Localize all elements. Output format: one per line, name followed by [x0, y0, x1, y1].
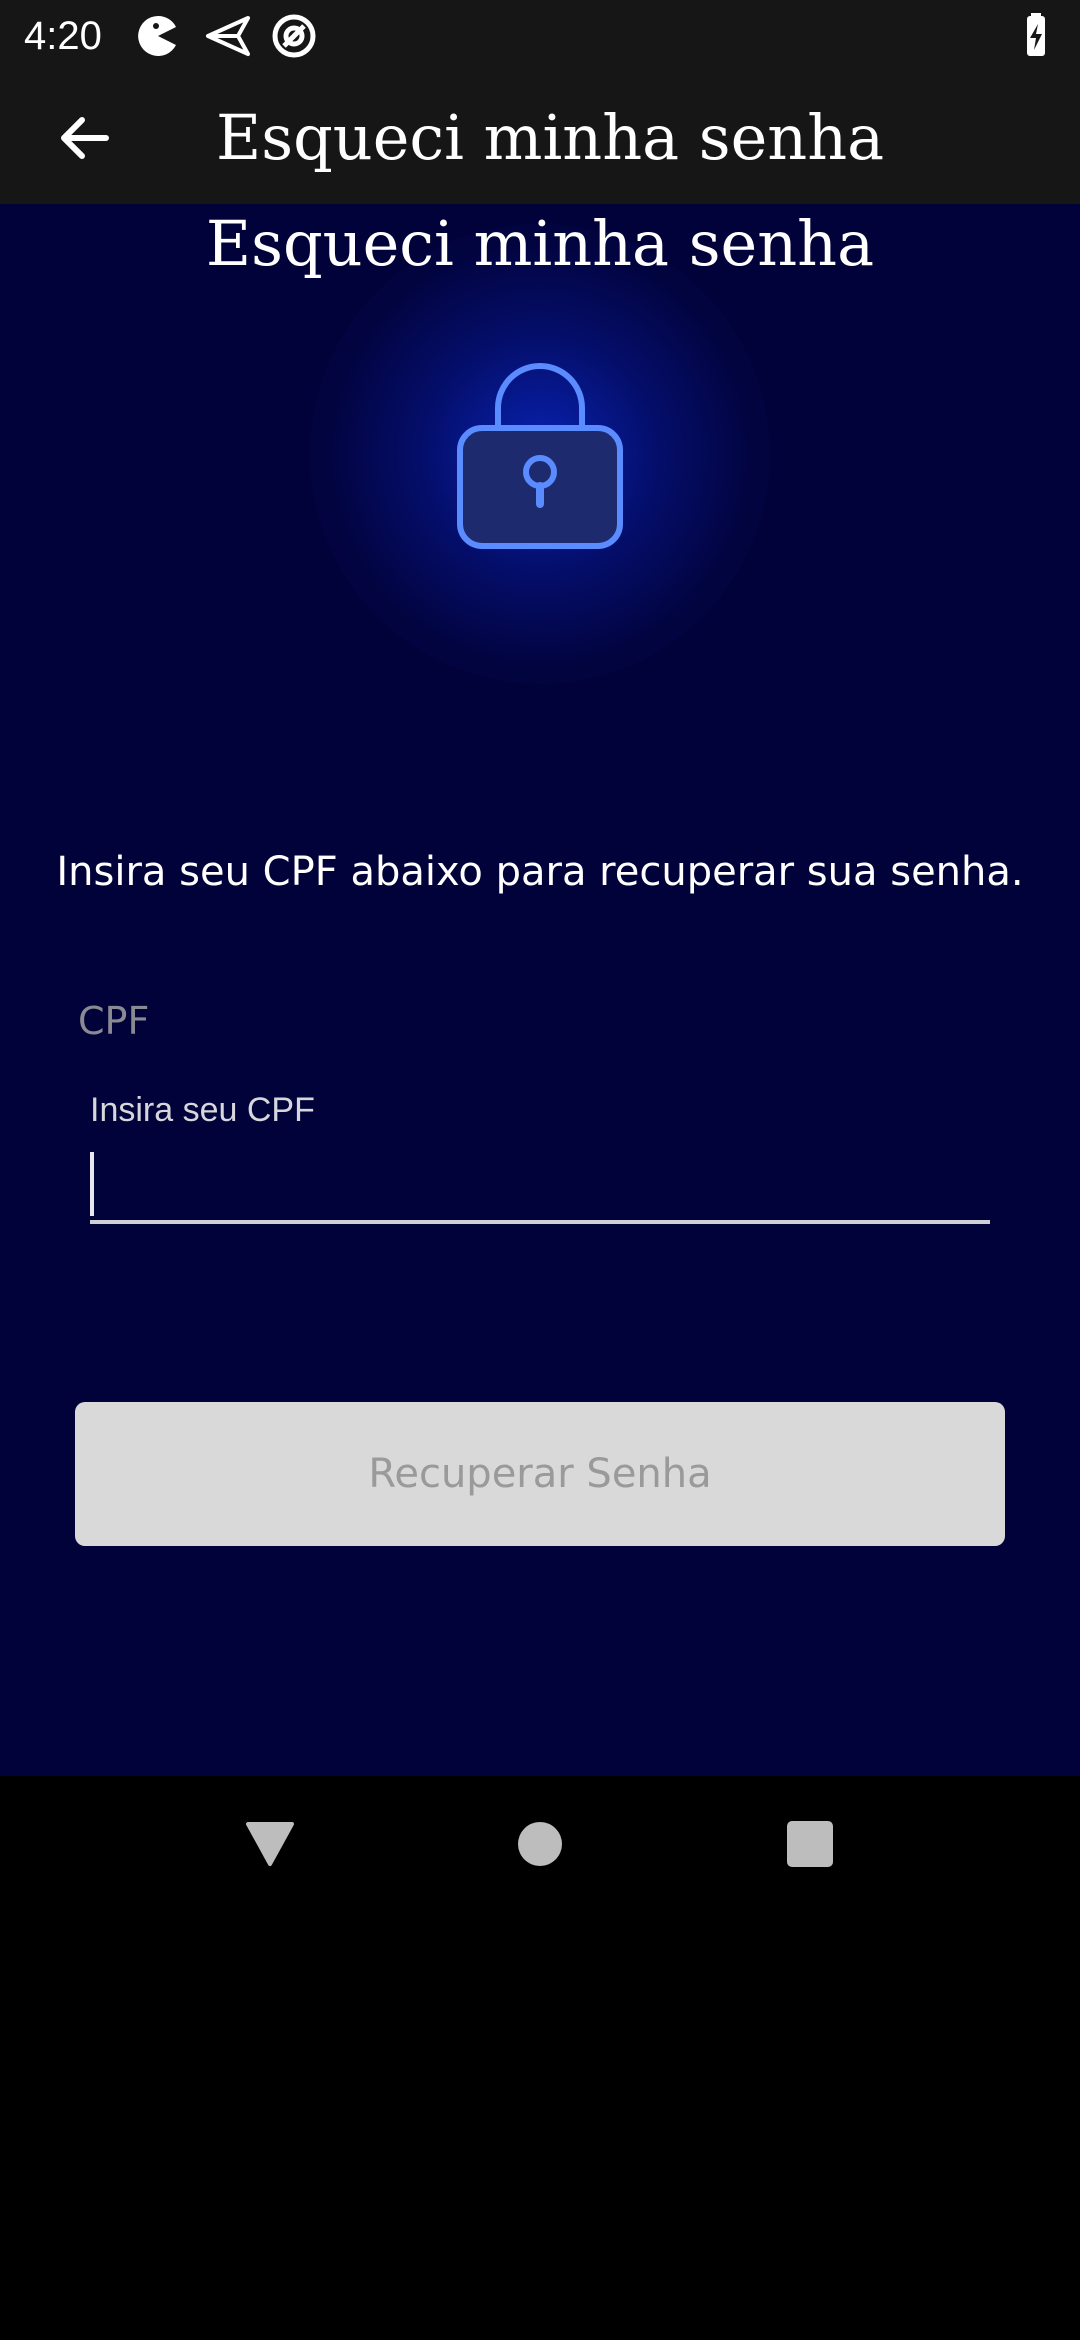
page-heading: Esqueci minha senha — [205, 207, 875, 280]
cpf-input-hint: Insira seu CPF — [90, 1091, 315, 1129]
nav-recents-button[interactable] — [762, 1798, 858, 1894]
send-icon — [204, 12, 252, 60]
at-sign-icon — [270, 12, 318, 60]
page-subtitle: Insira seu CPF abaixo para recuperar sua… — [56, 849, 1024, 895]
forgot-password-screen: 4:20 Esqueci minha senha Esqueci minha s… — [0, 0, 1080, 2340]
back-triangle-icon — [242, 1816, 298, 1877]
home-circle-icon — [512, 1816, 568, 1877]
lock-icon — [454, 352, 626, 552]
cpf-field-label: CPF — [78, 999, 150, 1043]
status-bar: 4:20 — [0, 0, 1080, 72]
app-bar: Esqueci minha senha — [0, 72, 1080, 204]
back-button[interactable] — [36, 92, 132, 188]
text-cursor — [90, 1152, 94, 1216]
content-area: Esqueci minha senha Insira seu CPF abaix… — [0, 204, 1080, 1776]
pacman-icon — [134, 12, 182, 60]
status-time: 4:20 — [24, 14, 102, 58]
app-bar-title: Esqueci minha senha — [216, 101, 885, 174]
recents-square-icon — [782, 1816, 838, 1877]
nav-back-button[interactable] — [222, 1798, 318, 1894]
recover-password-label: Recuperar Senha — [368, 1451, 712, 1497]
battery-charging-icon — [1012, 12, 1060, 60]
arrow-left-icon — [56, 110, 112, 171]
nav-home-button[interactable] — [492, 1798, 588, 1894]
recover-password-button[interactable]: Recuperar Senha — [75, 1402, 1005, 1546]
system-nav-bar — [0, 1776, 1080, 1916]
cpf-input[interactable] — [90, 1140, 990, 1224]
